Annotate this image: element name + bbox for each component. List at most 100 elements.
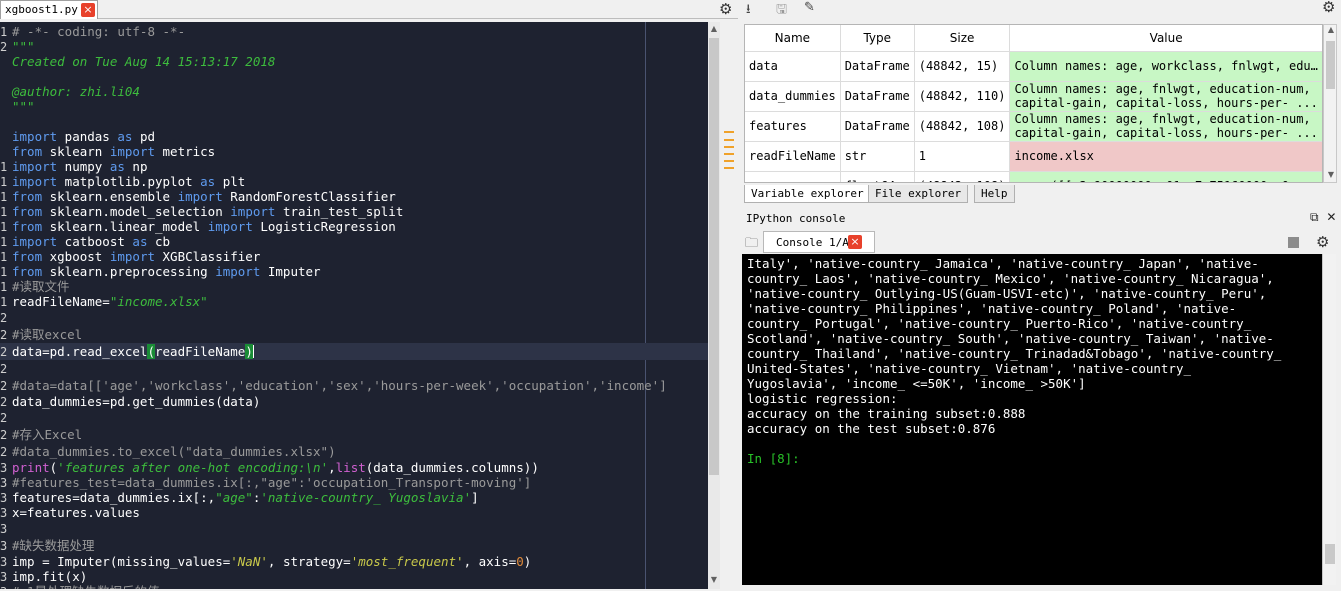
- console-tab-label: Console 1/A: [776, 236, 849, 249]
- code-line[interactable]: 2 """: [0, 39, 708, 54]
- code-line[interactable]: 1 from sklearn.linear_model import Logist…: [0, 219, 708, 234]
- column-header-value[interactable]: Value: [1009, 25, 1322, 52]
- download-icon[interactable]: ⭳: [746, 0, 751, 22]
- warning-marker[interactable]: [724, 146, 734, 148]
- stop-kernel-button[interactable]: [1288, 237, 1299, 248]
- table-row[interactable]: data DataFrame (48842, 15) Column names: ag…: [745, 51, 1322, 82]
- code-line[interactable]: 2: [0, 360, 708, 377]
- code-token: as: [117, 129, 133, 144]
- code-editor[interactable]: 1 # -*- coding: utf-8 -*- 2 """ Created on T…: [0, 22, 708, 589]
- undock-icon[interactable]: ⧉: [1310, 210, 1319, 224]
- column-header-name[interactable]: Name: [745, 25, 841, 52]
- code-line[interactable]: 1 import numpy as np: [0, 159, 708, 174]
- code-line[interactable]: 3 print('features after one-hot encoding:…: [0, 460, 708, 475]
- code-line[interactable]: from sklearn import metrics: [0, 144, 708, 159]
- column-header-size[interactable]: Size: [914, 25, 1011, 52]
- table-row[interactable]: readFileName str 1 income.xlsx: [745, 141, 1322, 172]
- table-row[interactable]: data_dummies DataFrame (48842, 110) Column …: [745, 81, 1322, 112]
- gear-icon[interactable]: ⚙: [1322, 0, 1335, 15]
- code-line[interactable]: 2 #data_dummies.to_excel("data_dummies.xl…: [0, 443, 708, 460]
- warning-marker[interactable]: [724, 131, 734, 133]
- column-header-type[interactable]: Type: [840, 25, 915, 52]
- code-line[interactable]: 2 #data=data[['age','workclass','educatio…: [0, 377, 708, 394]
- line-number: 2: [0, 445, 8, 459]
- table-row[interactable]: features DataFrame (48842, 108) Column name…: [745, 111, 1322, 142]
- code-line[interactable]: 2 #读取excel: [0, 326, 708, 343]
- code-line[interactable]: 1 import matplotlib.pyplot as plt: [0, 174, 708, 189]
- code-line[interactable]: Created on Tue Aug 14 15:13:17 2018: [0, 54, 708, 69]
- console-scrollbar[interactable]: [1322, 254, 1336, 585]
- code-line[interactable]: 3 imp.fit(x): [0, 569, 708, 584]
- line-number: 2: [0, 328, 8, 342]
- gear-icon[interactable]: ⚙: [719, 2, 732, 17]
- code-line[interactable]: 1 readFileName="income.xlsx": [0, 294, 708, 309]
- code-line[interactable]: import pandas as pd: [0, 129, 708, 144]
- gear-icon[interactable]: ⚙: [1316, 235, 1329, 250]
- code-line[interactable]: [0, 69, 708, 84]
- code-line[interactable]: 3 x=features.values: [0, 505, 708, 520]
- close-pane-icon[interactable]: ✕: [1326, 210, 1336, 224]
- scroll-up-icon[interactable]: ▲: [708, 24, 720, 36]
- code-line[interactable]: 3 imp = Imputer(missing_values='NaN', str…: [0, 554, 708, 569]
- code-token: as: [109, 159, 125, 174]
- code-line[interactable]: 1 from sklearn.ensemble import RandomFore…: [0, 189, 708, 204]
- console-output-line: accuracy on the training subset:0.888: [747, 406, 1026, 421]
- code-line[interactable]: 3 #缺失数据处理: [0, 537, 708, 554]
- close-tab-icon[interactable]: ×: [81, 3, 95, 17]
- scroll-down-icon[interactable]: ▼: [708, 575, 720, 587]
- edit-icon[interactable]: ✎: [804, 0, 815, 15]
- save-icon[interactable]: 🖫: [776, 0, 787, 22]
- console-tab[interactable]: Console 1/A ×: [763, 231, 875, 253]
- table-row[interactable]: xfloat64(48842, 108)array([[ 3.90000000e…: [745, 171, 1322, 182]
- code-line[interactable]: 1 import catboost as cb: [0, 234, 708, 249]
- code-line[interactable]: 1 #读取文件: [0, 279, 708, 294]
- code-line[interactable]: 2: [0, 309, 708, 326]
- code-line[interactable]: @author: zhi.li04: [0, 84, 708, 99]
- editor-scrollbar-thumb[interactable]: [709, 38, 719, 475]
- code-line[interactable]: 3 features=data_dummies.ix[:,"age":'nativ…: [0, 490, 708, 505]
- scroll-up-icon[interactable]: ▲: [1325, 25, 1337, 34]
- variable-table-scrollbar-thumb[interactable]: [1326, 41, 1335, 89]
- variable-table-scrollbar[interactable]: ▲ ▼: [1323, 24, 1337, 183]
- warning-marker[interactable]: [724, 153, 734, 155]
- code-line[interactable]: 3 #features_test=data_dummies.ix[:,"age":…: [0, 475, 708, 490]
- code-line[interactable]: [0, 114, 708, 129]
- warning-marker[interactable]: [724, 139, 734, 141]
- console-scrollbar-thumb[interactable]: [1325, 544, 1335, 564]
- variable-value[interactable]: Column names: age, fnlwgt, education-num…: [1009, 81, 1322, 112]
- code-line[interactable]: 2 data=pd.read_excel(readFileName): [0, 343, 708, 360]
- code-line[interactable]: 2 #存入Excel: [0, 426, 708, 443]
- code-line[interactable]: 1 from sklearn.preprocessing import Imput…: [0, 264, 708, 279]
- warning-marker[interactable]: [724, 160, 734, 162]
- code-line[interactable]: 2 data_dummies=pd.get_dummies(data): [0, 394, 708, 409]
- code-token: pandas: [57, 129, 118, 144]
- variable-value[interactable]: Column names: age, workclass, fnlwgt, ed…: [1009, 51, 1322, 82]
- code-line[interactable]: 1 from sklearn.model_selection import tra…: [0, 204, 708, 219]
- code-line[interactable]: """: [0, 99, 708, 114]
- console-prompt[interactable]: In [8]:: [747, 451, 1322, 466]
- code-token: sklearn.model_selection: [42, 204, 231, 219]
- variable-value[interactable]: income.xlsx: [1009, 141, 1322, 172]
- tab-help[interactable]: Help: [974, 185, 1015, 203]
- tab-file-explorer[interactable]: File explorer: [868, 185, 969, 203]
- scroll-down-icon[interactable]: ▼: [1325, 170, 1337, 179]
- warning-marker[interactable]: [724, 167, 734, 169]
- code-line[interactable]: 3#x1是处理缺失数据后的值: [0, 584, 708, 589]
- code-line[interactable]: 1 # -*- coding: utf-8 -*-: [0, 24, 708, 39]
- close-tab-icon[interactable]: ×: [848, 235, 862, 249]
- code-line[interactable]: 2: [0, 409, 708, 426]
- line-number: 3: [0, 461, 8, 475]
- variable-value-line: Column names: age, fnlwgt, education-num…: [1014, 112, 1311, 126]
- editor-scrollbar[interactable]: ▲ ▼: [708, 22, 720, 589]
- code-line[interactable]: 1 from xgboost import XGBClassifier: [0, 249, 708, 264]
- code-token: import: [207, 219, 253, 234]
- tab-variable-explorer[interactable]: Variable explorer: [744, 185, 871, 203]
- variable-type: float64: [840, 171, 915, 182]
- ipython-console[interactable]: Italy', 'native-country_ Jamaica', 'nati…: [742, 254, 1322, 585]
- variable-value[interactable]: Column names: age, fnlwgt, education-num…: [1009, 111, 1322, 142]
- code-line[interactable]: 3: [0, 520, 708, 537]
- variable-value[interactable]: array([[ 3.90000000e+01, 7.75160000e+0…: [1009, 171, 1322, 182]
- folder-icon[interactable]: 🗀: [745, 234, 758, 256]
- variable-value-line: array([[ 3.90000000e+01, 7.75160000e+0…: [1014, 179, 1317, 182]
- editor-tab-xgboost1[interactable]: xgboost1.py ×: [0, 0, 98, 19]
